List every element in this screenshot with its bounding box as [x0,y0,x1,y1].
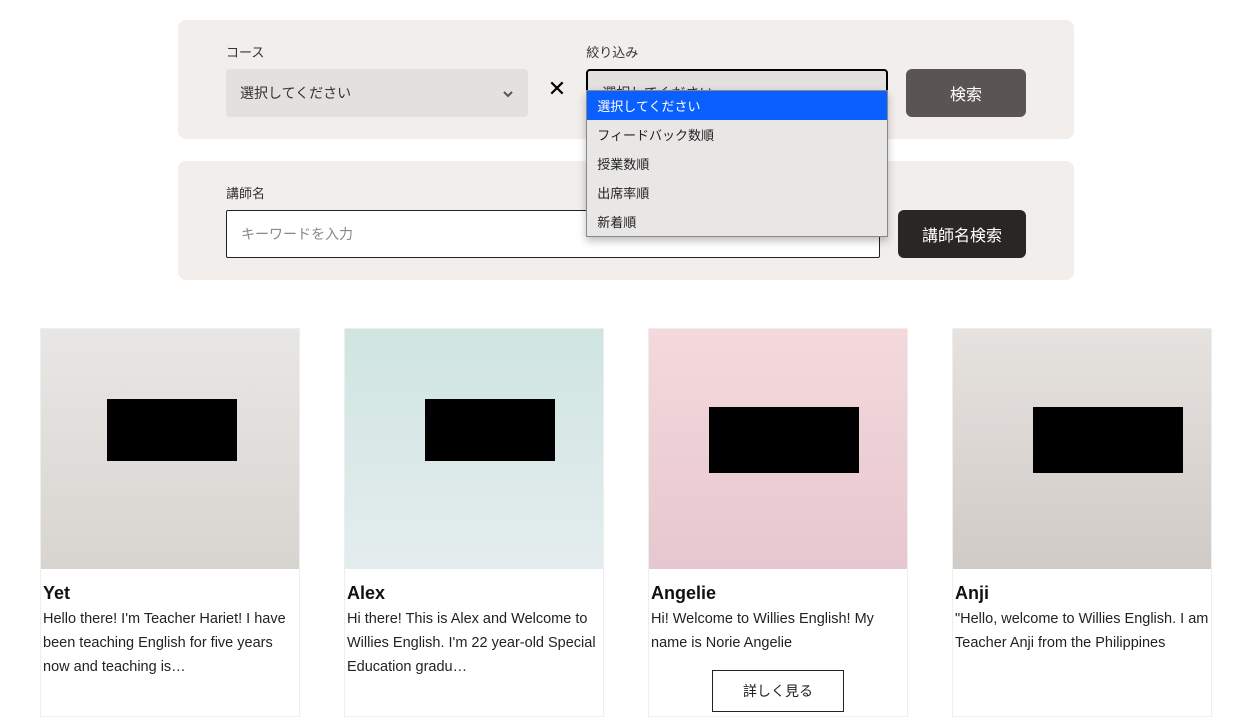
teacher-photo [649,329,907,569]
name-search-button[interactable]: 講師名検索 [898,210,1026,258]
course-select[interactable]: 選択してください [226,69,528,117]
chevron-down-icon [502,87,514,99]
filter-field: 絞り込み 選択してください 選択してください フィードバック数順 授業数順 出席… [586,42,888,117]
course-field: コース 選択してください [226,42,528,117]
teacher-card[interactable]: Anji "Hello, welcome to Willies English.… [952,328,1212,717]
search-button[interactable]: 検索 [906,69,1026,117]
filter-label: 絞り込み [586,42,888,61]
filter-option-4[interactable]: 新着順 [587,207,887,236]
teacher-card[interactable]: Alex Hi there! This is Alex and Welcome … [344,328,604,717]
detail-button[interactable]: 詳しく見る [712,670,844,712]
teacher-bio: Hi! Welcome to Willies English! My name … [651,608,905,656]
filter-option-0[interactable]: 選択してください [587,91,887,120]
teacher-photo [953,329,1211,569]
teacher-name: Anji [955,583,1209,604]
filter-option-2[interactable]: 授業数順 [587,149,887,178]
course-select-value: 選択してください [240,83,351,103]
teacher-photo [345,329,603,569]
filter-option-3[interactable]: 出席率順 [587,178,887,207]
teacher-bio: Hi there! This is Alex and Welcome to Wi… [347,608,601,680]
filter-dropdown: 選択してください フィードバック数順 授業数順 出席率順 新着順 [586,90,888,237]
course-filter-panel: コース 選択してください ✕ 絞り込み 選択してください 選択してください フィ… [178,20,1074,139]
teacher-card[interactable]: Yet Hello there! I'm Teacher Hariet! I h… [40,328,300,717]
teacher-card[interactable]: Angelie Hi! Welcome to Willies English! … [648,328,908,717]
teacher-bio: "Hello, welcome to Willies English. I am… [955,608,1209,656]
teacher-name: Yet [43,583,297,604]
clear-icon[interactable]: ✕ [546,76,568,102]
teacher-photo [41,329,299,569]
teacher-name: Angelie [651,583,905,604]
filter-option-1[interactable]: フィードバック数順 [587,120,887,149]
teacher-card-list: Yet Hello there! I'm Teacher Hariet! I h… [31,328,1221,717]
teacher-name: Alex [347,583,601,604]
teacher-bio: Hello there! I'm Teacher Hariet! I have … [43,608,297,680]
course-label: コース [226,42,528,61]
